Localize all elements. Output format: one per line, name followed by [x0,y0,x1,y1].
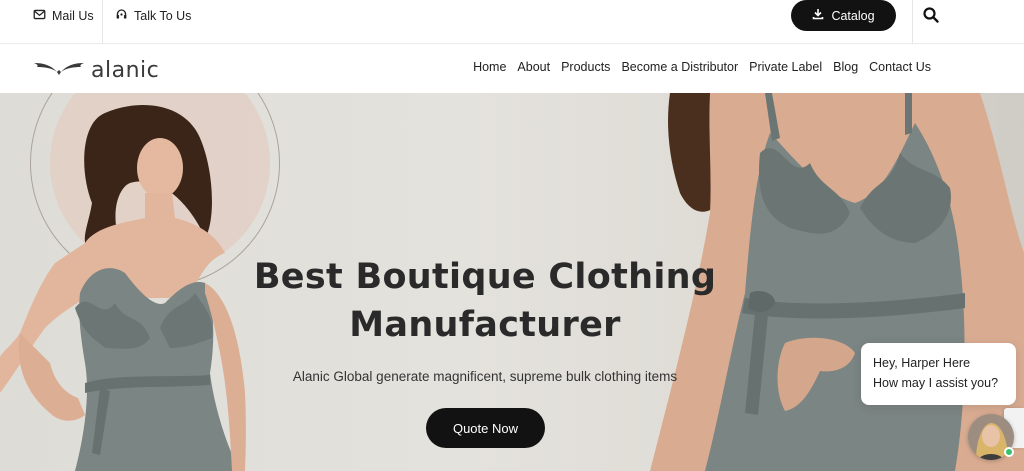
hero-title-line1: Best Boutique Clothing [253,257,717,297]
nav-about[interactable]: About [517,60,550,74]
nav-become-distributor[interactable]: Become a Distributor [621,60,738,74]
catalog-label: Catalog [831,8,875,23]
mail-us-label: Mail Us [52,9,94,23]
brand-logo[interactable]: alanic [33,56,159,84]
nav-blog[interactable]: Blog [833,60,858,74]
hero-model-left-image [0,105,246,471]
wings-logo-icon [33,59,85,82]
nav-private-label[interactable]: Private Label [749,60,822,74]
nav-home[interactable]: Home [473,60,506,74]
brand-name: alanic [91,57,160,83]
hero-banner: Best Boutique Clothing Manufacturer Alan… [0,93,1024,471]
top-utility-bar: Mail Us Talk To Us Catalog [0,0,1024,44]
hero-subtitle: Alanic Global generate magnificent, supr… [292,369,678,384]
catalog-button[interactable]: Catalog [791,0,896,31]
chat-line-1: Hey, Harper Here [873,356,971,370]
mail-us-link[interactable]: Mail Us [33,0,94,32]
talk-to-us-label: Talk To Us [134,9,192,23]
download-icon [812,8,824,23]
chat-line-2: How may I assist you? [873,376,999,390]
quote-now-button[interactable]: Quote Now [426,408,545,448]
divider [102,0,103,44]
chat-greeting-bubble[interactable]: Hey, Harper Here How may I assist you? [861,343,1016,405]
divider [912,0,913,44]
mail-icon [33,8,46,24]
headset-icon [115,8,128,24]
main-navbar: alanic Home About Products Become a Dist… [0,45,1024,93]
hero-title: Best Boutique Clothing Manufacturer [240,253,730,349]
hero-title-line2: Manufacturer [349,305,621,345]
nav-contact-us[interactable]: Contact Us [869,60,931,74]
online-status-dot [1004,447,1014,457]
search-icon[interactable] [922,6,940,24]
nav-menu: Home About Products Become a Distributor… [473,60,931,74]
talk-to-us-link[interactable]: Talk To Us [115,0,191,32]
nav-products[interactable]: Products [561,60,610,74]
